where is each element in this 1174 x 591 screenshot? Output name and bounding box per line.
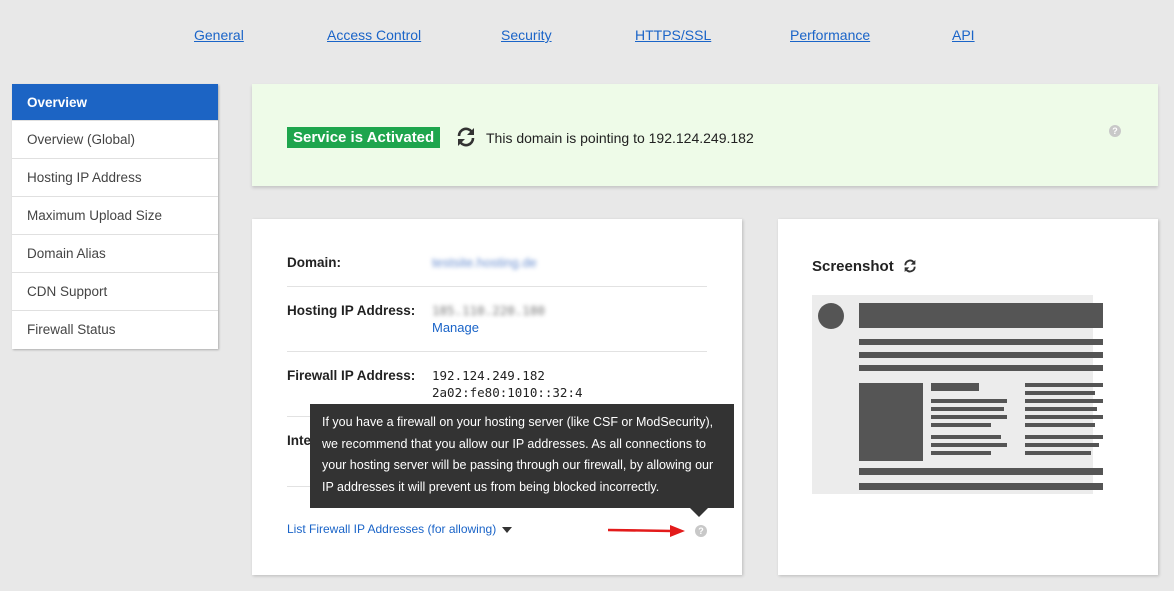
preview-line — [1025, 443, 1099, 447]
screenshot-card: Screenshot — [778, 219, 1158, 575]
preview-line — [931, 443, 1007, 447]
firewall-help-icon[interactable]: ? — [695, 525, 707, 537]
preview-line — [1025, 415, 1103, 419]
preview-line — [931, 423, 991, 427]
list-firewall-ips-link[interactable]: List Firewall IP Addresses (for allowing… — [287, 522, 513, 536]
sidebar-item-overview-global[interactable]: Overview (Global) — [12, 121, 218, 159]
firewall-ip-label: Firewall IP Address: — [287, 368, 416, 383]
nav-security[interactable]: Security — [501, 27, 552, 43]
preview-line — [931, 407, 1004, 411]
manage-link[interactable]: Manage — [432, 320, 479, 335]
preview-line — [931, 399, 1007, 403]
firewall-tooltip: If you have a firewall on your hosting s… — [310, 404, 734, 517]
nav-https-ssl[interactable]: HTTPS/SSL — [635, 27, 711, 43]
status-badge: Service is Activated — [287, 127, 441, 148]
preview-image-block — [859, 383, 923, 461]
top-nav: General Access Control Security HTTPS/SS… — [0, 27, 1174, 47]
pointing-text: This domain is pointing to 192.124.249.1… — [486, 130, 754, 146]
sidebar-item-max-upload[interactable]: Maximum Upload Size — [12, 197, 218, 235]
caret-down-icon — [502, 526, 513, 533]
firewall-ipv4: 192.124.249.182 — [432, 368, 545, 383]
domain-label: Domain: — [287, 255, 341, 270]
sidebar-item-firewall-status[interactable]: Firewall Status — [12, 311, 218, 349]
refresh-icon[interactable] — [454, 125, 478, 149]
preview-line — [931, 451, 991, 455]
screenshot-title: Screenshot — [812, 258, 894, 275]
preview-line — [859, 352, 1103, 358]
sidebar-item-hosting-ip[interactable]: Hosting IP Address — [12, 159, 218, 197]
screenshot-preview[interactable] — [812, 295, 1103, 494]
red-arrow-icon — [607, 525, 685, 537]
preview-line — [1025, 407, 1097, 411]
hosting-ip-value: 185.110.220.180 — [432, 303, 545, 318]
preview-line — [1025, 391, 1095, 395]
preview-line — [1025, 423, 1095, 427]
divider — [287, 286, 707, 287]
sidebar: Overview Overview (Global) Hosting IP Ad… — [12, 84, 218, 349]
internal-label: Inte — [287, 433, 312, 448]
preview-line — [859, 339, 1103, 345]
preview-line — [931, 435, 1001, 439]
preview-line — [931, 415, 1007, 419]
preview-footer-line — [859, 468, 1103, 475]
hosting-ip-label: Hosting IP Address: — [287, 303, 416, 318]
domain-value: testsite.hosting.de — [432, 255, 537, 270]
status-banner: Service is Activated This domain is poin… — [252, 84, 1158, 186]
nav-api[interactable]: API — [952, 27, 975, 43]
divider — [287, 351, 707, 352]
nav-access-control[interactable]: Access Control — [327, 27, 421, 43]
preview-line — [1025, 383, 1103, 387]
preview-footer-line — [859, 483, 1103, 490]
sidebar-item-overview[interactable]: Overview — [12, 84, 218, 121]
preview-line — [859, 365, 1103, 371]
preview-line — [1025, 435, 1103, 439]
preview-line — [1025, 399, 1103, 403]
preview-avatar — [818, 303, 844, 329]
screenshot-refresh-icon[interactable] — [902, 258, 918, 274]
nav-performance[interactable]: Performance — [790, 27, 870, 43]
sidebar-item-cdn-support[interactable]: CDN Support — [12, 273, 218, 311]
sidebar-item-domain-alias[interactable]: Domain Alias — [12, 235, 218, 273]
preview-subheader — [931, 383, 979, 391]
firewall-ipv6: 2a02:fe80:1010::32:4 — [432, 385, 583, 400]
preview-line — [1025, 451, 1091, 455]
list-firewall-ips-label: List Firewall IP Addresses (for allowing… — [287, 522, 497, 536]
nav-general[interactable]: General — [194, 27, 244, 43]
preview-header-bar — [859, 303, 1103, 328]
banner-help-icon[interactable]: ? — [1109, 125, 1121, 137]
